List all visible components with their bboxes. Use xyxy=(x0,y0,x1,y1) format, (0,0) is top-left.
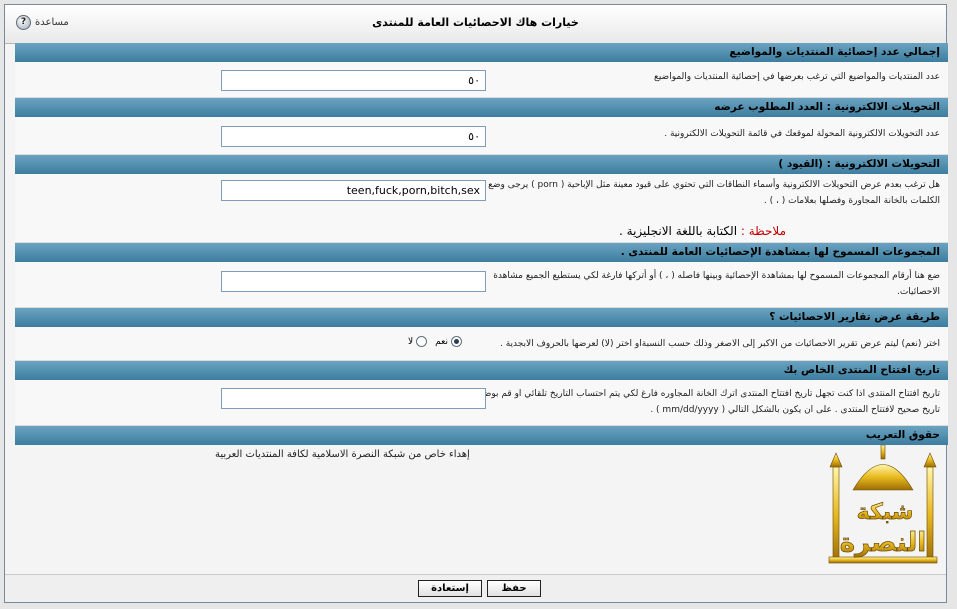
section-header-referrals-restrictions: التحويلات الالكترونية : (القيود ) xyxy=(15,155,948,174)
section-header-forum-totals: إجمالي عدد إحصائية المنتديات والمواضيع xyxy=(15,43,948,62)
section-header-opening-date: تاريخ افتتاح المنتدى الخاص بك xyxy=(15,361,948,380)
radio-yes-button[interactable] xyxy=(450,336,462,347)
radio-no-label[interactable]: لا xyxy=(408,337,413,347)
radio-yes-label[interactable]: نعم xyxy=(435,337,448,347)
radio-yes[interactable]: نعم xyxy=(435,336,462,347)
section-header-credits: حقوق التعريب xyxy=(15,426,948,445)
row-description-line1: هل ترغب بعدم عرض التحويلات الالكترونية و… xyxy=(488,180,940,190)
referrals-count-input[interactable] xyxy=(221,126,486,147)
logo-top-text: شبكة xyxy=(857,500,914,525)
allowed-groups-input[interactable] xyxy=(221,271,486,292)
row-description-line2: الاحصائيات. xyxy=(896,287,940,297)
help-link[interactable]: ? مساعدة xyxy=(16,15,69,30)
question-icon[interactable]: ? xyxy=(16,15,31,30)
row-description: هل ترغب بعدم عرض التحويلات الالكترونية و… xyxy=(488,177,940,209)
credit-text: إهداء خاص من شبكة النصرة الاسلامية لكافة… xyxy=(215,449,470,460)
form-footer: حفظ إستعادة xyxy=(5,574,946,602)
row-description: تاريخ افتتاح المنتدى اذا كنت تجهل تاريخ … xyxy=(479,386,940,418)
report-order-options: نعم لا xyxy=(408,336,462,347)
row-description: عدد التحويلات الالكترونية المحولة لموقعك… xyxy=(664,129,940,139)
note: ملاحظة : الكتابة باللغة الانجليزية . xyxy=(619,224,786,238)
row-referrals-restrictions: هل ترغب بعدم عرض التحويلات الالكترونية و… xyxy=(15,174,948,243)
logo-bottom-text: النصرة xyxy=(840,528,926,558)
row-report-order: اختر (نعم) ليتم عرض تقرير الاحصائيات من … xyxy=(15,327,948,361)
radio-no[interactable]: لا xyxy=(408,336,428,347)
save-button[interactable]: حفظ xyxy=(487,580,541,597)
help-label[interactable]: مساعدة xyxy=(35,17,69,28)
row-description: ضع هنا أرقام المجموعات المسموح لها بمشاه… xyxy=(493,268,940,300)
opening-date-input[interactable] xyxy=(221,388,486,409)
page-title: خيارات هاك الاحصائيات العامة للمنتدى xyxy=(372,16,579,29)
radio-no-button[interactable] xyxy=(416,336,428,347)
restrictions-input[interactable] xyxy=(221,180,486,201)
reset-button[interactable]: إستعادة xyxy=(418,580,482,597)
row-description-line1: ضع هنا أرقام المجموعات المسموح لها بمشاه… xyxy=(493,271,940,281)
row-referrals-count: عدد التحويلات الالكترونية المحولة لموقعك… xyxy=(15,117,948,155)
section-header-report-order: طريقة عرض تقارير الاحصائيات ؟ xyxy=(15,308,948,327)
row-description-line2: تاريخ صحيح لافتتاح المنتدى . على ان يكون… xyxy=(650,405,940,415)
title-bar: خيارات هاك الاحصائيات العامة للمنتدى ? م… xyxy=(5,5,946,44)
mosque-logo: شبكة النصرة xyxy=(828,445,938,564)
section-header-allowed-groups: المجموعات المسموح لها بمشاهدة الإحصائيات… xyxy=(15,243,948,262)
section-header-referrals-count: التحويلات الالكترونية : العدد المطلوب عر… xyxy=(15,98,948,117)
row-forum-totals: عدد المنتديات والمواضيع التي ترغب بعرضها… xyxy=(15,62,948,98)
note-text: الكتابة باللغة الانجليزية . xyxy=(619,224,738,238)
forum-totals-input[interactable] xyxy=(221,70,486,91)
row-description-line1: تاريخ افتتاح المنتدى اذا كنت تجهل تاريخ … xyxy=(478,389,940,399)
note-label: ملاحظة : xyxy=(740,224,786,238)
row-description: عدد المنتديات والمواضيع التي ترغب بعرضها… xyxy=(654,72,940,82)
settings-window: خيارات هاك الاحصائيات العامة للمنتدى ? م… xyxy=(4,4,948,603)
row-allowed-groups: ضع هنا أرقام المجموعات المسموح لها بمشاه… xyxy=(15,262,948,308)
row-description-line2: الكلمات بالخانة المجاورة وفصلها بعلامات … xyxy=(763,196,940,206)
row-opening-date: تاريخ افتتاح المنتدى اذا كنت تجهل تاريخ … xyxy=(15,380,948,426)
row-description: اختر (نعم) ليتم عرض تقرير الاحصائيات من … xyxy=(499,339,940,349)
